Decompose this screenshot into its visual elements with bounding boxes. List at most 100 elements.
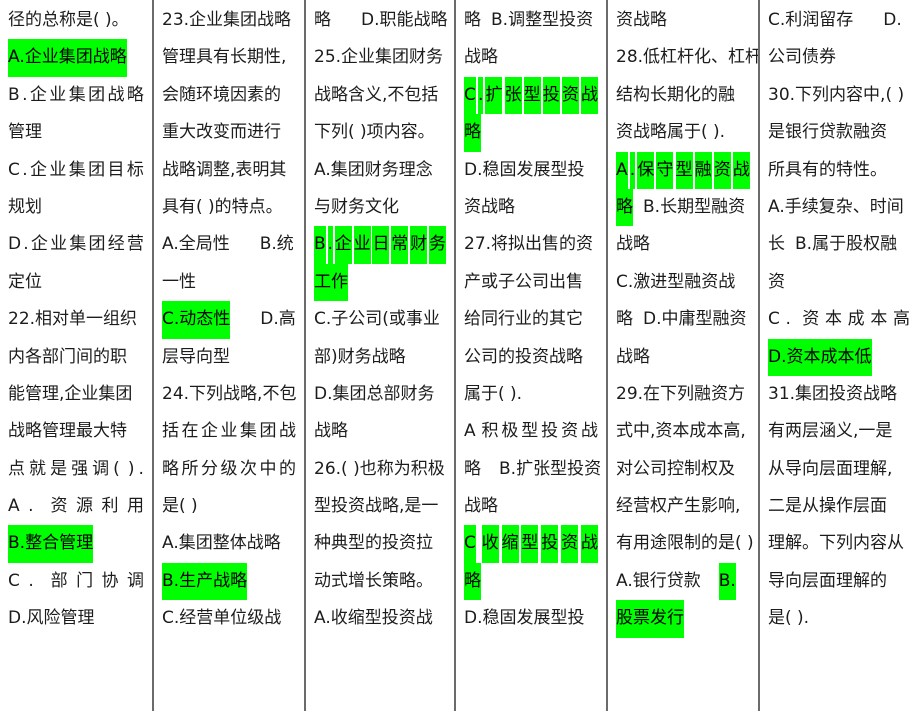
text-run: C.经营单位级战 <box>162 608 282 629</box>
text-line: 定位 <box>8 264 144 301</box>
glyph: 级 <box>220 458 238 479</box>
text-run: 资战略属于( ). <box>616 122 726 143</box>
glyph: 缩 <box>501 525 519 563</box>
text-line: C.扩张型投资战 <box>464 76 598 115</box>
text-run: 23.企业集团战略 <box>162 10 292 30</box>
glyph: 集 <box>69 234 87 255</box>
text-line: C. 资本成本高 <box>768 301 910 338</box>
text-line: 略 B.扩张型投资 <box>464 451 602 488</box>
text-line: B.生产战略 <box>162 562 296 601</box>
glyph: 集 <box>68 159 86 180</box>
text-line: 有用途限制的是( ) <box>616 525 754 562</box>
text-run: 资战略 <box>616 10 667 30</box>
text-line: B.企业集团战略 <box>8 77 144 114</box>
glyph: 目 <box>107 159 125 180</box>
text-line: 所具有的特性。 <box>768 152 910 189</box>
glyph: 源 <box>75 496 93 517</box>
text-run: 动式增长策略。 <box>314 570 433 591</box>
text-line: B.企业日常财务 <box>314 226 446 264</box>
glyph: 部 <box>50 570 68 591</box>
text-line: 25.企业集团财务 <box>314 39 446 76</box>
text-line: D.风险管理 <box>8 600 144 637</box>
column-4: 略 B.调整型投资 战略 C. 扩张型投资战略 D.稳固发展型投 资战略 27.将拟出售的资产… <box>456 0 606 711</box>
text-run: 经营权产生影响, <box>616 496 741 517</box>
glyph: 企 <box>30 159 48 180</box>
glyph: 强 <box>71 458 89 479</box>
text-line: A.收缩型投资战 <box>314 600 446 637</box>
highlighted-answer: D.资本成本低 <box>768 338 872 376</box>
text-line: 31.集团投资战略 <box>768 376 910 413</box>
glyph: 积 <box>481 421 499 442</box>
glyph: 守 <box>656 151 674 189</box>
glyph: 点 <box>8 458 25 479</box>
text-line: 产或子公司出售 <box>464 264 598 301</box>
text-run: 22.相对单一组织 <box>8 309 138 330</box>
highlighted-answer: 略 <box>464 562 481 601</box>
text-run: 内各部门间的职 <box>8 346 127 367</box>
glyph: 务 <box>428 226 446 264</box>
glyph: . <box>28 570 34 591</box>
highlighted-answer: C.动态性 <box>162 301 231 339</box>
glyph: . <box>327 226 333 264</box>
text-run: 重大改变而进行 <box>162 122 281 143</box>
glyph: 略 <box>126 84 144 105</box>
text-run: 径的总称是( )。 <box>8 10 129 30</box>
text-run: 27.将拟出售的资 <box>464 234 594 255</box>
text-run: 产或子公司出售 <box>464 271 583 292</box>
question-sheet: 径的总称是( )。 A.企业集团战略 B. 企业集团战略管理 C. 企业集团目标规划 D. 企… <box>0 0 920 711</box>
glyph: 团 <box>88 84 106 105</box>
text-run: B.调整型投资 <box>491 10 594 30</box>
glyph: C <box>768 309 780 330</box>
text-run: 所具有的特性。 <box>768 159 887 180</box>
glyph: 扩 <box>485 76 503 115</box>
text-line: 略 <box>464 562 598 601</box>
text-run: 战略 <box>616 234 650 255</box>
text-run: 是( ) <box>162 496 198 517</box>
text-run: 战略管理最大特 <box>8 421 127 442</box>
glyph: 次 <box>240 458 257 479</box>
text-line: C.激进型融资战 <box>616 264 750 301</box>
glyph: . <box>629 151 636 189</box>
glyph: 极 <box>501 421 519 442</box>
glyph: ) <box>127 458 135 479</box>
glyph: A <box>8 496 20 517</box>
text-run: D.高 <box>260 309 296 330</box>
text-line: B.整合管理 <box>8 525 144 563</box>
text-line: 有两层涵义,一是 <box>768 413 910 450</box>
text-line: 是银行贷款融资 <box>768 114 910 151</box>
text-run: 一性 <box>162 271 196 292</box>
glyph: 投 <box>541 525 559 563</box>
text-line: A.集团财务理念 <box>314 152 446 189</box>
text-run: B.扩张型投资 <box>499 458 602 479</box>
text-line: 具有( )的特点。 <box>162 189 296 226</box>
glyph: 集 <box>68 84 86 105</box>
text-run: 定位 <box>8 271 42 292</box>
text-run: 型投资战略,是一 <box>314 496 439 517</box>
text-run: 下列( )项内容。 <box>314 122 435 143</box>
glyph: 型 <box>521 525 539 563</box>
glyph: 保 <box>637 151 655 189</box>
text-line: 是( ) <box>162 488 296 525</box>
text-line: 导向层面理解的 <box>768 563 910 600</box>
glyph: 资 <box>561 525 579 563</box>
text-run: 从导向层面理解, <box>768 458 893 479</box>
text-line: 从导向层面理解, <box>768 451 910 488</box>
text-run: 略 <box>314 10 331 30</box>
text-line: C.利润留存 D. <box>768 2 910 39</box>
glyph: 战 <box>107 84 125 105</box>
text-line: 公司债券 <box>768 39 910 76</box>
glyph: 经 <box>107 234 125 255</box>
text-run: A.银行贷款 <box>616 570 701 591</box>
text-run: 战略含义,不包括 <box>314 84 439 105</box>
text-run: 规划 <box>8 196 42 217</box>
text-line: 长 B.属于股权融 <box>768 226 910 263</box>
glyph: 调 <box>92 458 110 479</box>
glyph: 本 <box>870 309 888 330</box>
text-line: 资战略属于( ). <box>616 114 750 151</box>
text-line: 结构长期化的融 <box>616 77 750 114</box>
text-run: 属于( ). <box>464 383 523 404</box>
glyph: 团 <box>88 159 106 180</box>
highlighted-answer: B.生产战略 <box>162 562 248 601</box>
text-run: B.长期型融资 <box>643 196 746 217</box>
text-line: A.企业集团战略 <box>8 39 144 77</box>
